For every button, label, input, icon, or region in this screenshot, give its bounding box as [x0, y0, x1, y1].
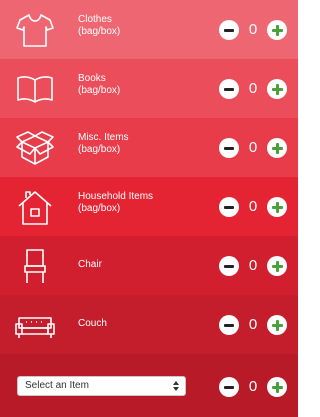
quantity-value: 0: [248, 198, 258, 215]
increment-button[interactable]: [267, 138, 287, 158]
item-select[interactable]: Select an Item: [17, 376, 186, 396]
item-name: Couch: [78, 318, 107, 329]
item-row-books: Books (bag/box) 0: [0, 59, 298, 118]
house-icon: [14, 186, 56, 228]
item-row-chair: Chair 0: [0, 236, 298, 295]
quantity-stepper: 0: [219, 313, 291, 337]
decrement-button[interactable]: [219, 377, 239, 397]
chair-icon: [14, 245, 56, 287]
quantity-stepper: 0: [219, 254, 291, 278]
decrement-button[interactable]: [219, 256, 239, 276]
item-label: Chair: [78, 259, 102, 271]
item-label: Household Items (bag/box): [78, 191, 153, 215]
decrement-button[interactable]: [219, 138, 239, 158]
quantity-value: 0: [248, 21, 258, 38]
item-name: Household Items: [78, 191, 154, 202]
item-label: Clothes (bag/box): [78, 14, 120, 38]
item-row-couch: Couch 0: [0, 295, 298, 354]
select-arrows-icon: [173, 379, 179, 393]
book-icon: [14, 68, 56, 110]
decrement-button[interactable]: [219, 197, 239, 217]
quantity-stepper: 0: [219, 375, 291, 399]
quantity-value: 0: [248, 257, 258, 274]
item-unit: (bag/box): [78, 26, 121, 37]
item-label: Books (bag/box): [78, 73, 120, 97]
quantity-stepper: 0: [219, 195, 291, 219]
item-row-clothes: Clothes (bag/box) 0: [0, 0, 298, 59]
increment-button[interactable]: [267, 256, 287, 276]
item-label: Couch: [78, 318, 107, 330]
quantity-value: 0: [248, 378, 258, 395]
tshirt-icon: [14, 9, 56, 51]
quantity-value: 0: [248, 139, 258, 156]
quantity-value: 0: [248, 316, 258, 333]
increment-button[interactable]: [267, 377, 287, 397]
increment-button[interactable]: [267, 315, 287, 335]
item-unit: (bag/box): [78, 203, 121, 214]
increment-button[interactable]: [267, 197, 287, 217]
decrement-button[interactable]: [219, 315, 239, 335]
increment-button[interactable]: [267, 20, 287, 40]
item-row-custom: Select an Item 0: [0, 357, 298, 417]
item-unit: (bag/box): [78, 144, 121, 155]
box-icon: [14, 127, 56, 169]
quantity-value: 0: [248, 80, 258, 97]
item-name: Misc. Items: [78, 132, 129, 143]
quantity-stepper: 0: [219, 77, 291, 101]
item-name: Chair: [78, 259, 102, 270]
item-counter-panel: Clothes (bag/box) 0 Books (bag/box) 0 Mi…: [0, 0, 298, 417]
item-name: Books: [78, 73, 106, 84]
item-label: Misc. Items (bag/box): [78, 132, 129, 156]
item-row-misc-items: Misc. Items (bag/box) 0: [0, 118, 298, 177]
decrement-button[interactable]: [219, 79, 239, 99]
item-row-household-items: Household Items (bag/box) 0: [0, 177, 298, 236]
decrement-button[interactable]: [219, 20, 239, 40]
couch-icon: [14, 304, 56, 346]
item-select-value: Select an Item: [25, 380, 89, 391]
quantity-stepper: 0: [219, 18, 291, 42]
increment-button[interactable]: [267, 79, 287, 99]
quantity-stepper: 0: [219, 136, 291, 160]
item-unit: (bag/box): [78, 85, 121, 96]
item-name: Clothes: [78, 14, 112, 25]
